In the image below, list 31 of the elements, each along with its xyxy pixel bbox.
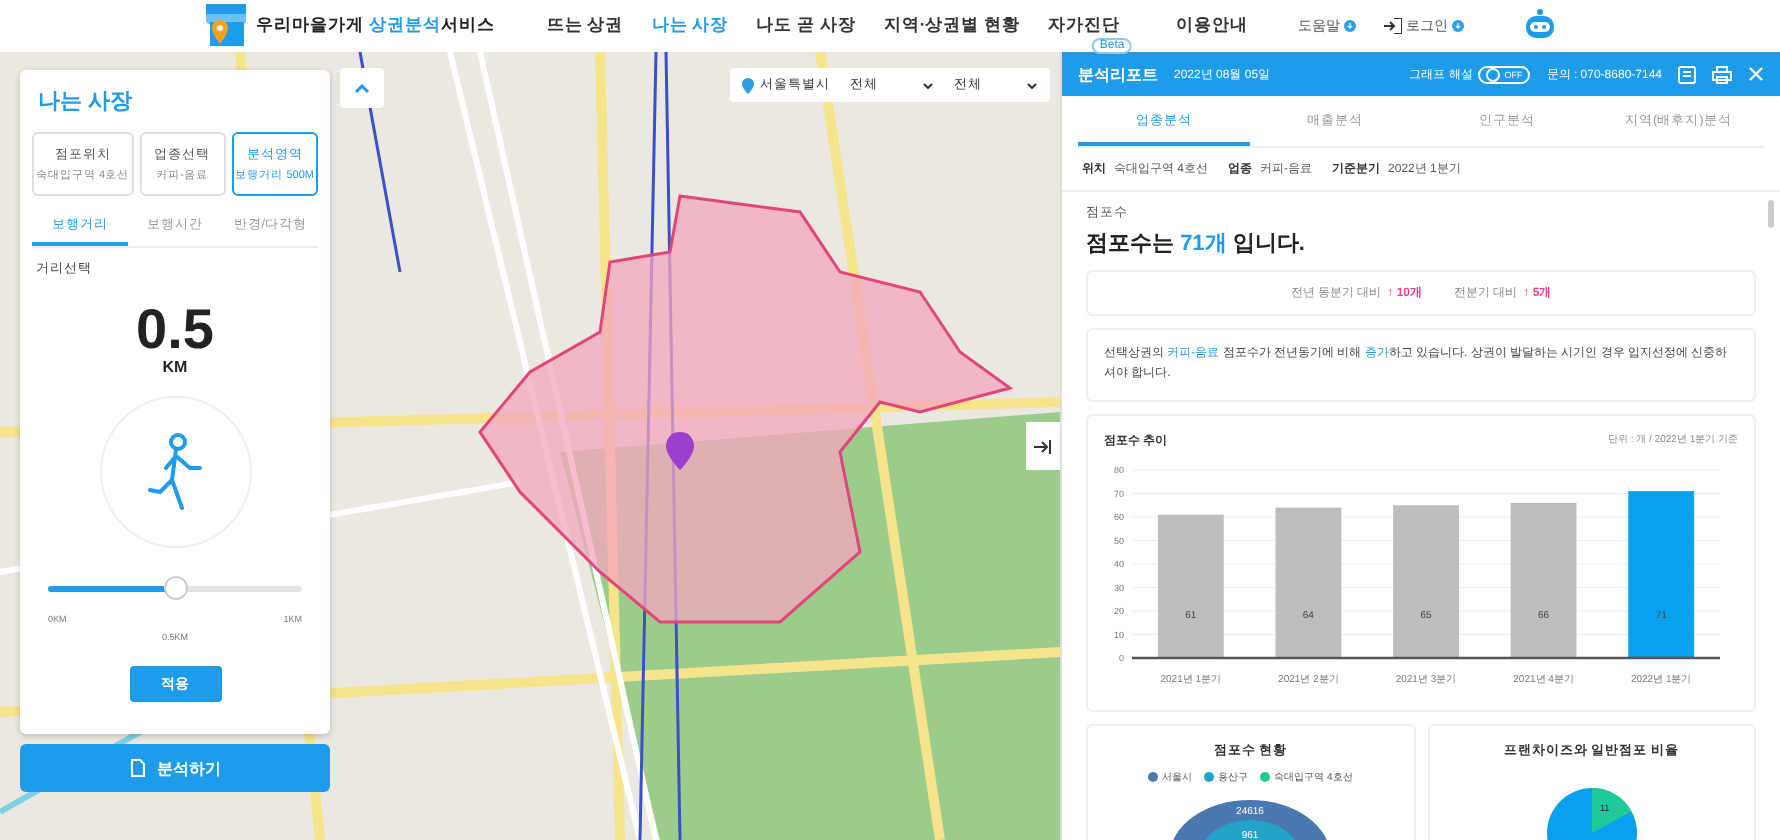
login-icon	[1384, 18, 1402, 34]
down-circle-icon	[1452, 20, 1464, 32]
chevron-down-icon	[922, 81, 934, 89]
service-title: 우리마을가게 상권분석서비스	[256, 14, 495, 38]
bar	[1157, 515, 1224, 659]
chevron-down-icon	[1026, 81, 1038, 89]
store-count-headline: 점포수는 71개 입니다.	[1086, 230, 1307, 258]
location-pin-icon	[742, 77, 754, 93]
arrow-to-bar-icon	[1034, 439, 1052, 453]
scrollbar-thumb[interactable]	[1768, 200, 1774, 228]
distance-slider[interactable]	[48, 576, 302, 602]
report-title: 분석리포트	[1078, 63, 1158, 85]
distance-unit: KM	[160, 358, 190, 376]
robot-icon[interactable]	[1520, 8, 1560, 44]
chevron-up-icon	[354, 83, 370, 93]
slider-thumb[interactable]	[163, 576, 187, 600]
save-icon[interactable]	[1678, 65, 1696, 83]
panel-title: 나는 사장	[38, 88, 135, 116]
collapse-button[interactable]	[340, 68, 384, 108]
document-icon	[129, 758, 145, 778]
close-icon[interactable]	[1748, 66, 1764, 82]
down-circle-icon	[1344, 20, 1356, 32]
print-icon[interactable]	[1712, 65, 1732, 83]
distance-value: 0.5	[134, 302, 216, 358]
nav-menu-item[interactable]: 뜨는 상권	[546, 14, 624, 38]
nav-menu-item[interactable]: 자가진단	[1048, 14, 1121, 38]
nav-menu-item[interactable]: 이용안내	[1176, 14, 1249, 38]
nav-menu-item[interactable]: 나도 곧 사장	[756, 14, 856, 38]
walking-person-icon	[145, 432, 205, 512]
nav-menu-item[interactable]: 지역·상권별 현황	[883, 14, 1021, 38]
expand-panel-button[interactable]	[1026, 422, 1060, 470]
